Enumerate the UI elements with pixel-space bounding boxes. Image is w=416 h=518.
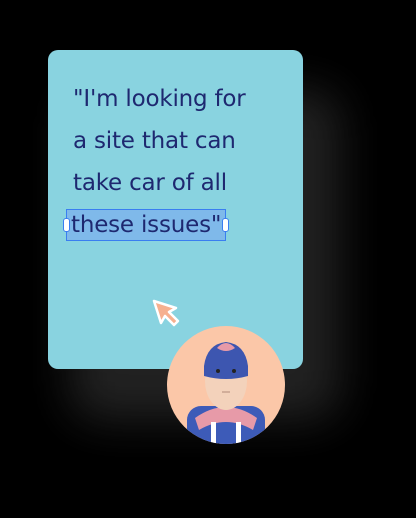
quote-line-selected: these issues"	[63, 204, 293, 246]
quote-text: "I'm looking for a site that can take ca…	[63, 78, 293, 246]
quote-line: take car of all	[73, 170, 227, 196]
avatar	[167, 326, 285, 444]
pointer-arrow-icon	[150, 298, 184, 336]
selection-handle-end[interactable]	[222, 218, 230, 232]
text-selection[interactable]: these issues"	[63, 209, 230, 241]
selected-text: these issues"	[71, 212, 222, 238]
quote-line: a site that can	[73, 128, 236, 154]
quote-line: "I'm looking for	[73, 86, 246, 112]
selection-handle-start[interactable]	[63, 218, 70, 232]
